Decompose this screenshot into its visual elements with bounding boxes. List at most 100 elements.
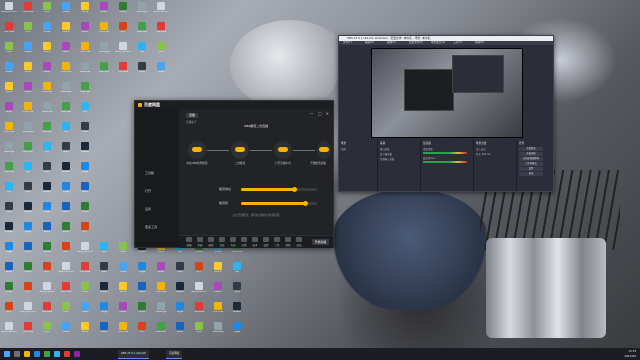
desktop-icon[interactable]: YouTube <box>154 22 168 39</box>
settings-button[interactable]: 设置 <box>519 167 543 171</box>
desktop-icon[interactable]: WeChat <box>40 122 54 139</box>
obs-menu-item[interactable]: 视图(V) <box>387 41 396 45</box>
desktop-icon[interactable]: Music <box>59 42 73 59</box>
desktop-icon[interactable]: Chrome <box>21 102 35 119</box>
virtual-camera-button[interactable]: 启动虚拟摄像机 <box>519 157 543 161</box>
desktop-icon[interactable]: Video <box>2 62 16 79</box>
desktop-icon[interactable]: Recycle Bin <box>40 282 54 299</box>
start-live-button[interactable]: 开始直播 <box>311 239 329 245</box>
obs-menu-item[interactable]: 配置文件(P) <box>409 41 423 45</box>
desktop-icon[interactable]: YouTube <box>2 22 16 39</box>
desktop-icon[interactable]: Excel <box>2 282 16 299</box>
obs-menu-item[interactable]: 帮助(H) <box>475 41 484 45</box>
desktop-icon[interactable]: Settings <box>21 122 35 139</box>
desktop-icon[interactable]: YouTube <box>59 282 73 299</box>
desktop-icon[interactable]: Recycle Bin <box>2 2 16 19</box>
desktop-icon[interactable]: PPT <box>21 282 35 299</box>
obs-menu-item[interactable]: 工具(T) <box>453 41 462 45</box>
desktop-icon[interactable]: Steam <box>97 282 111 299</box>
desktop-icon[interactable]: Docs <box>78 2 92 19</box>
desktop-icon[interactable]: Edge <box>2 242 16 259</box>
desktop-icon[interactable]: PPT <box>78 222 92 239</box>
minimize-button[interactable]: — <box>310 111 314 116</box>
desktop-icon[interactable]: WeChat <box>59 102 73 119</box>
desktop-icon[interactable]: Pics <box>78 282 92 299</box>
desktop-icon[interactable]: Steam <box>21 202 35 219</box>
netease-icon[interactable] <box>64 351 70 357</box>
desktop-icon[interactable]: Chrome <box>59 62 73 79</box>
desktop-icon[interactable]: Docs <box>116 282 130 299</box>
start-streaming-button[interactable]: 开始推流 <box>519 147 543 151</box>
desktop-icon[interactable]: Pics <box>21 22 35 39</box>
desktop-icon[interactable]: PPT <box>2 302 16 319</box>
desktop-icon[interactable]: Music <box>21 82 35 99</box>
desktop-icon[interactable]: WeChat <box>2 162 16 179</box>
desktop-icon[interactable]: Pics <box>59 302 73 319</box>
desktop-icon[interactable]: Edge <box>21 222 35 239</box>
wechat-icon[interactable] <box>44 351 50 357</box>
desktop-icon[interactable]: QQ <box>78 102 92 119</box>
studio-mode-button[interactable]: 工作室模式 <box>519 162 543 166</box>
desktop-icon[interactable]: Docs <box>21 62 35 79</box>
desktop-icon[interactable]: WeChat <box>154 322 168 339</box>
desktop-icon[interactable]: Steam <box>2 222 16 239</box>
desktop-icon[interactable]: Chrome <box>154 282 168 299</box>
desktop-icon[interactable]: Pics <box>116 242 130 259</box>
desktop-icon[interactable]: YouTube <box>21 2 35 19</box>
desktop-icon[interactable]: Edge <box>78 162 92 179</box>
desktop-icon[interactable]: Video <box>154 62 168 79</box>
desktop-icon[interactable]: QQ <box>59 122 73 139</box>
desktop-icon[interactable]: OBS <box>97 262 111 279</box>
desktop-icon[interactable]: Settings <box>97 42 111 59</box>
obs-menu-item[interactable]: 场景集合(S) <box>431 41 445 45</box>
desktop-icon[interactable]: YouTube <box>78 262 92 279</box>
sidebar-item-more[interactable]: 更多工具 <box>145 225 157 229</box>
desktop-icon[interactable]: Video <box>21 42 35 59</box>
close-button[interactable]: ✕ <box>326 111 329 116</box>
desktop-icon[interactable]: Recycle Bin <box>116 42 130 59</box>
desktop-icon[interactable]: Chrome <box>116 322 130 339</box>
desktop-icon[interactable]: OBS <box>40 162 54 179</box>
desktop-icon[interactable]: WeChat <box>97 62 111 79</box>
desktop-icon[interactable]: Word <box>40 222 54 239</box>
desktop-icon[interactable]: Recycle Bin <box>59 262 73 279</box>
desktop-icon[interactable]: Recycle Bin <box>21 302 35 319</box>
desktop-icon[interactable]: Docs <box>2 82 16 99</box>
desktop-icon[interactable]: OBS <box>2 202 16 219</box>
desktop-icon[interactable]: Edge <box>173 302 187 319</box>
desktop-icon[interactable]: Recycle Bin <box>78 242 92 259</box>
desktop-icon[interactable]: Edge <box>97 302 111 319</box>
desktop-icon[interactable]: Music <box>211 282 225 299</box>
desktop-icon[interactable]: Settings <box>40 102 54 119</box>
desktop-icon[interactable]: Word <box>135 282 149 299</box>
desktop-icon[interactable]: Recycle Bin <box>154 2 168 19</box>
desktop-icon[interactable]: QQ <box>230 262 244 279</box>
slider-knob[interactable] <box>303 201 309 206</box>
transition-select[interactable]: 淡入淡出 <box>476 147 486 151</box>
desktop-icon[interactable]: Recycle Bin <box>2 322 16 339</box>
desktop-icon[interactable]: YouTube <box>40 302 54 319</box>
desktop-icon[interactable]: QQ <box>21 162 35 179</box>
source-item[interactable]: 显示器采集 <box>380 152 392 156</box>
desktop-icon[interactable]: WeChat <box>135 22 149 39</box>
maximize-button[interactable]: □ <box>318 111 322 116</box>
desktop-icon[interactable]: Steam <box>78 142 92 159</box>
desktop-icon[interactable]: OBS <box>78 122 92 139</box>
desktop-icon[interactable]: Edge <box>40 202 54 219</box>
desktop-icon[interactable]: Word <box>2 262 16 279</box>
desktop-icon[interactable]: PPT <box>135 322 149 339</box>
app-icon[interactable] <box>74 351 80 357</box>
desktop-icon[interactable]: Pics <box>40 322 54 339</box>
desktop-icon[interactable]: PPT <box>116 22 130 39</box>
desktop-icon[interactable]: OBS <box>135 62 149 79</box>
start-icon[interactable] <box>4 351 10 357</box>
desktop-icon[interactable]: Pics <box>154 42 168 59</box>
desktop-icon[interactable]: Edge <box>135 262 149 279</box>
desktop-icon[interactable]: OBS <box>230 282 244 299</box>
desktop-icon[interactable]: Pics <box>192 322 206 339</box>
desktop-icon[interactable]: OBS <box>173 262 187 279</box>
desktop-icon[interactable]: PPT <box>59 242 73 259</box>
desktop-icon[interactable]: Word <box>173 322 187 339</box>
push-key-slider[interactable] <box>241 201 317 206</box>
desktop-icon[interactable]: Excel <box>78 202 92 219</box>
